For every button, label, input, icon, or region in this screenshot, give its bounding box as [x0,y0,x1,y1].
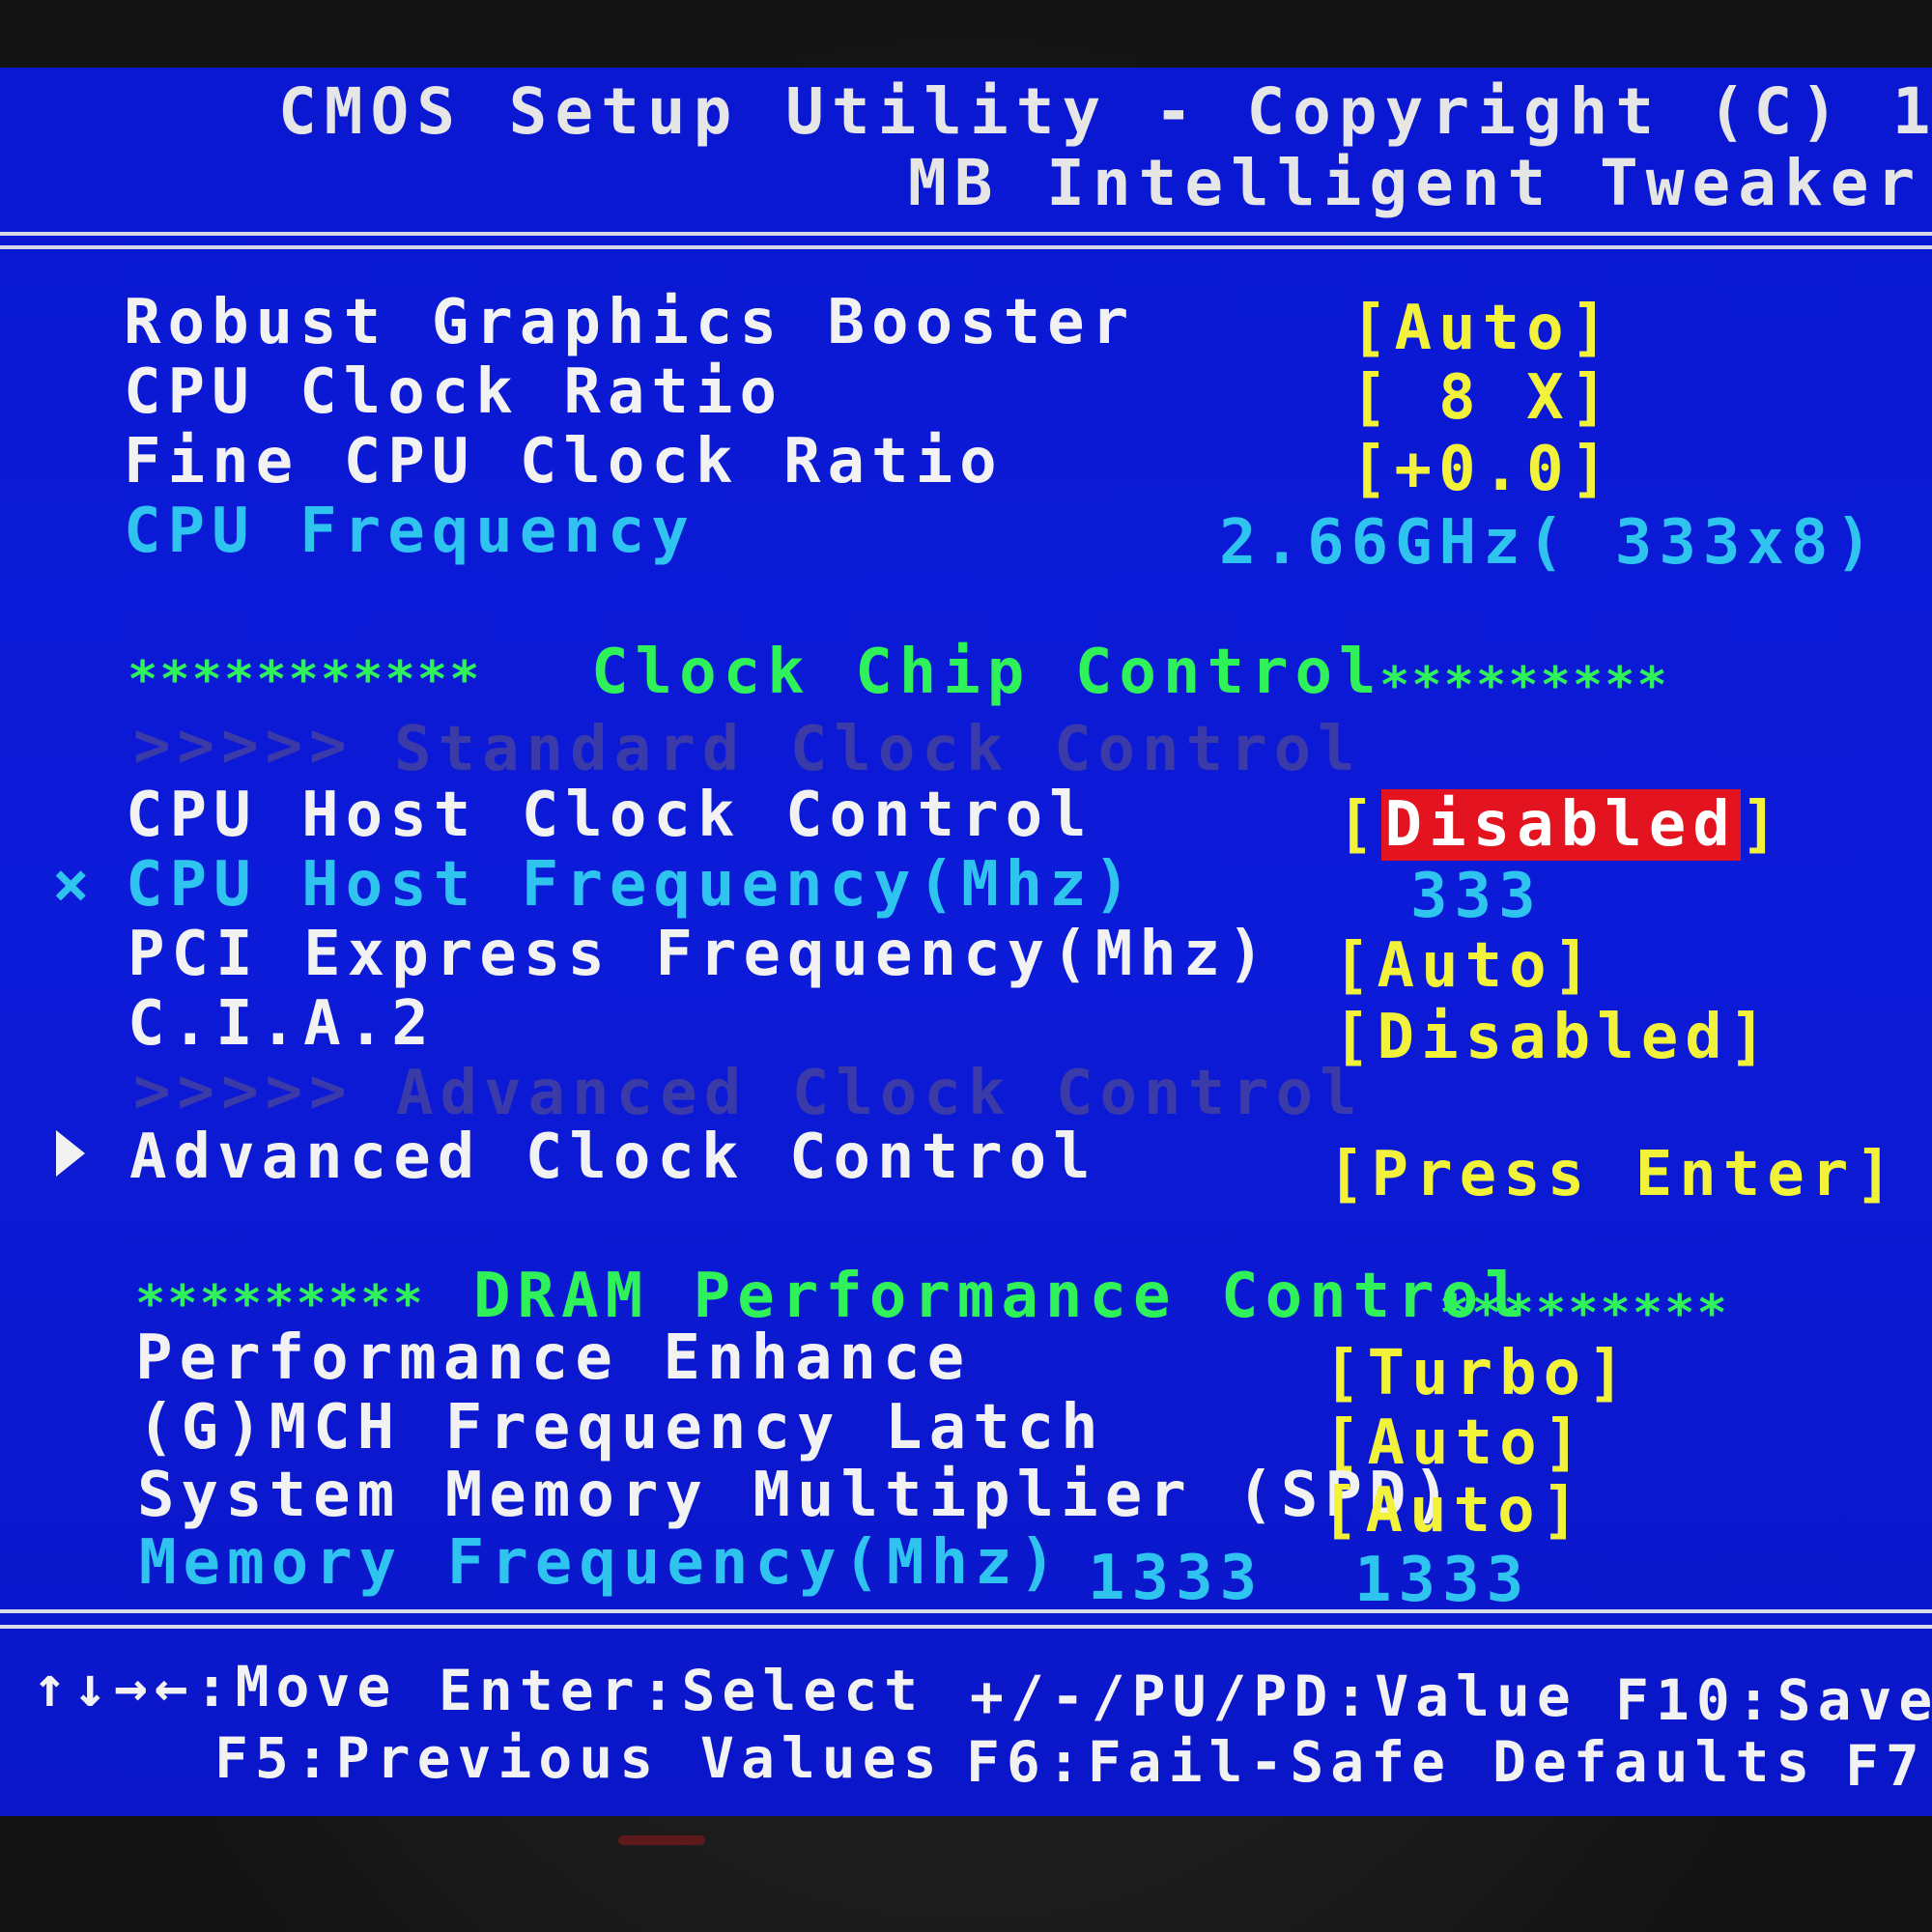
info-label-cpu-frequency: CPU Frequency [124,496,696,567]
value-bracket-open: [ [1337,789,1381,861]
setting-label-fine-cpu-clock-ratio[interactable]: Fine CPU Clock Ratio [124,427,1004,497]
footer-hint-failsafe-defaults: F6:Fail-Safe Defaults [966,1729,1817,1795]
setting-value-cpu-host-clock-control[interactable]: [Disabled] [1337,789,1785,861]
setting-label-pci-express-frequency[interactable]: PCI Express Frequency(Mhz) [128,920,1271,989]
setting-label-cpu-host-frequency: CPU Host Frequency(Mhz) [126,849,1138,921]
footer-hint-previous-values: F5:Previous Values [214,1725,944,1791]
setting-value-system-memory-multiplier[interactable]: [Auto] [1321,1476,1585,1546]
selected-value-highlight[interactable]: Disabled [1380,789,1741,861]
value-bracket-close: ] [1740,789,1785,861]
header-title: CMOS Setup Utility - Copyright (C) 1984-… [278,74,1932,149]
info-value-cpu-frequency: 2.66GHz( 333x8) [1219,507,1879,579]
setting-value-cpu-clock-ratio[interactable]: [ 8 X] [1350,363,1614,433]
footer-hint-value: +/-/PU/PD:Value [970,1663,1577,1729]
setting-label-system-memory-multiplier[interactable]: System Memory Multiplier (SPD) [137,1461,1457,1530]
disabled-marker-icon: × [52,849,97,921]
section-title-clock-chip: Clock Chip Control [591,637,1383,708]
setting-value-fine-cpu-clock-ratio[interactable]: [+0.0] [1350,435,1614,504]
bios-screen: CMOS Setup Utility - Copyright (C) 1984-… [0,68,1932,1816]
header-subtitle: MB Intelligent Tweaker(M.I [908,146,1932,220]
setting-label-robust-graphics[interactable]: Robust Graphics Booster [124,288,1135,357]
setting-value-cia2[interactable]: [Disabled] [1333,1003,1773,1072]
monitor-frame: CMOS Setup Utility - Copyright (C) 1984-… [0,0,1932,1932]
subsection-prefix-standard: >>>>> [133,710,354,781]
footer-rule-top [0,1609,1932,1613]
setting-label-cia2[interactable]: C.I.A.2 [128,989,436,1059]
subsection-label-standard-clock: Standard Clock Control [394,714,1362,785]
setting-label-gmch-frequency-latch[interactable]: (G)MCH Frequency Latch [137,1393,1105,1463]
setting-value-robust-graphics[interactable]: [Auto] [1350,294,1614,363]
footer-hint-move: ↑↓→←:Move [33,1654,398,1719]
setting-label-cpu-clock-ratio[interactable]: CPU Clock Ratio [124,357,783,427]
setting-value-pci-express-frequency[interactable]: [Auto] [1333,931,1597,1001]
submenu-arrow-icon [56,1130,85,1177]
footer-hint-select: Enter:Select [439,1658,925,1723]
submenu-value-press-enter[interactable]: [Press Enter] [1327,1140,1899,1209]
setting-value-cpu-host-frequency: 333 [1410,861,1543,932]
footer-rule-bottom [0,1625,1932,1629]
section-stars-right: ********* [1379,657,1669,715]
info-value-memory-frequency-2: 1333 [1354,1545,1531,1616]
setting-value-performance-enhance[interactable]: [Turbo] [1323,1339,1632,1408]
section-title-dram: DRAM Performance Control [473,1261,1529,1332]
header-rule-top [0,232,1932,236]
info-label-memory-frequency: Memory Frequency(Mhz) [139,1527,1064,1599]
section-stars-left: *********** [128,651,482,709]
footer-hint-save: F10:Save [1615,1667,1932,1733]
subsection-label-advanced-clock: Advanced Clock Control [396,1058,1364,1129]
subsection-prefix-advanced: >>>>> [133,1056,354,1127]
info-value-memory-frequency-1: 1333 [1088,1543,1264,1614]
header-rule-bottom [0,245,1932,249]
submenu-label-advanced-clock-control[interactable]: Advanced Clock Control [129,1122,1097,1192]
setting-label-performance-enhance[interactable]: Performance Enhance [135,1323,971,1393]
footer-hint-f7: F7 [1845,1733,1926,1799]
setting-label-cpu-host-clock-control[interactable]: CPU Host Clock Control [126,781,1094,850]
power-led-icon [618,1835,705,1845]
